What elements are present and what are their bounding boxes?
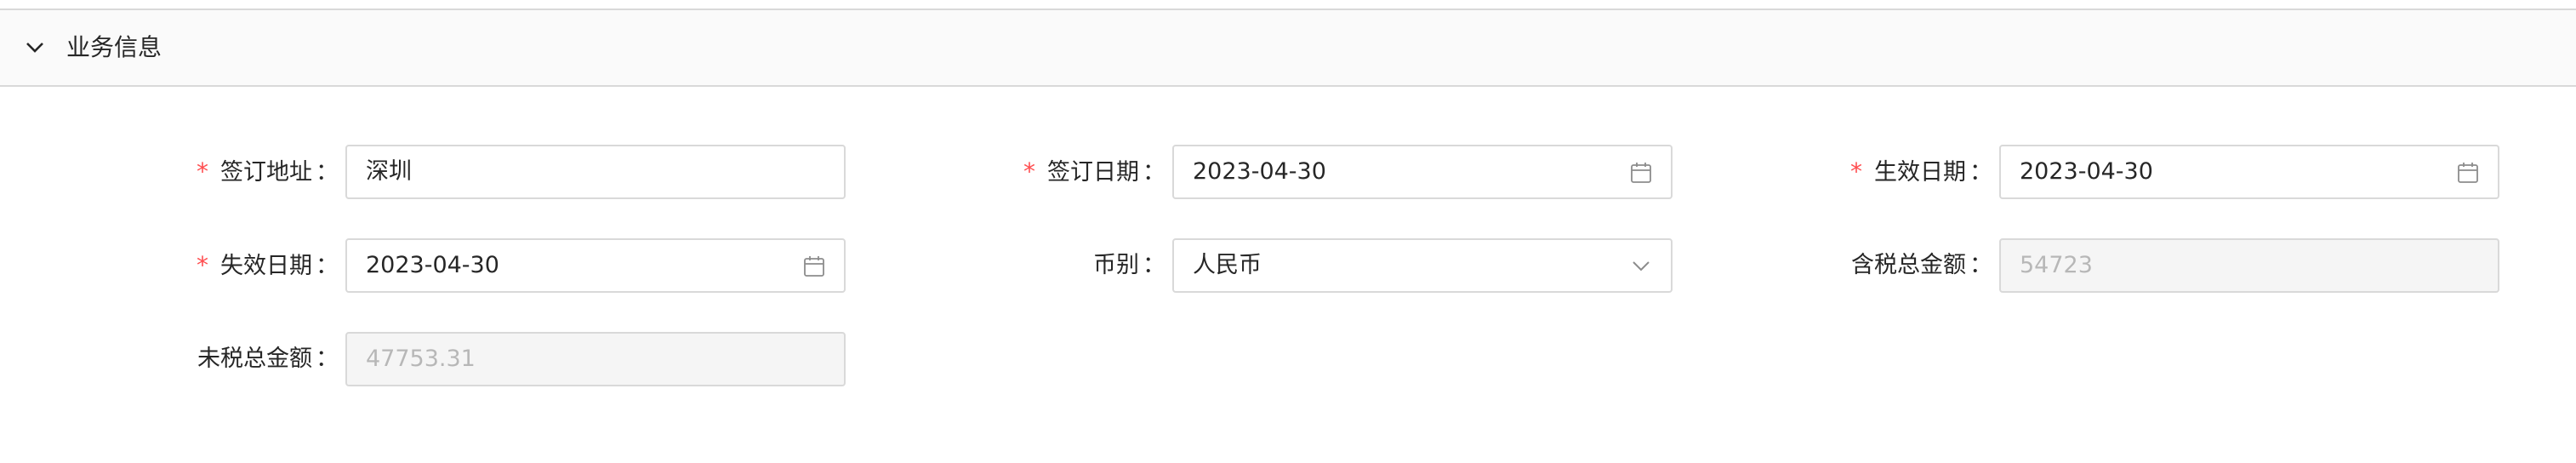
required-marker: *: [197, 251, 208, 279]
total-without-tax-input: 47753.31: [345, 332, 846, 386]
sign-address-label: * 签订地址：: [197, 157, 339, 186]
calendar-icon[interactable]: [2457, 162, 2479, 184]
section-title: 业务信息: [66, 33, 162, 61]
sign-address-input[interactable]: 深圳: [345, 145, 846, 199]
sign-date-value: 2023-04-30: [1193, 158, 1326, 185]
calendar-icon[interactable]: [803, 255, 825, 277]
sign-address-value: 深圳: [366, 158, 412, 185]
total-without-tax-label: 未税总金额：: [197, 346, 339, 372]
calendar-icon[interactable]: [1630, 162, 1652, 184]
expiry-date-label: * 失效日期：: [197, 251, 339, 279]
chevron-down-icon[interactable]: [26, 41, 44, 54]
required-marker: *: [1023, 157, 1035, 186]
section-header[interactable]: 业务信息: [0, 9, 2576, 87]
total-with-tax-label: 含税总金额：: [1851, 252, 1992, 278]
total-with-tax-value: 54723: [2020, 252, 2093, 278]
expiry-date-picker[interactable]: 2023-04-30: [345, 238, 846, 293]
effective-date-value: 2023-04-30: [2020, 158, 2153, 185]
sign-date-picker[interactable]: 2023-04-30: [1172, 145, 1673, 199]
chevron-down-icon[interactable]: [1630, 255, 1652, 277]
effective-date-picker[interactable]: 2023-04-30: [1999, 145, 2499, 199]
currency-label: 币别：: [1093, 252, 1165, 278]
currency-select[interactable]: 人民币: [1172, 238, 1673, 293]
currency-value: 人民币: [1193, 252, 1262, 278]
required-marker: *: [197, 157, 208, 186]
total-with-tax-input: 54723: [1999, 238, 2499, 293]
total-without-tax-value: 47753.31: [366, 346, 476, 372]
effective-date-label: * 生效日期：: [1850, 157, 1992, 186]
required-marker: *: [1850, 157, 1862, 186]
expiry-date-value: 2023-04-30: [366, 252, 499, 278]
sign-date-label: * 签订日期：: [1023, 157, 1165, 186]
